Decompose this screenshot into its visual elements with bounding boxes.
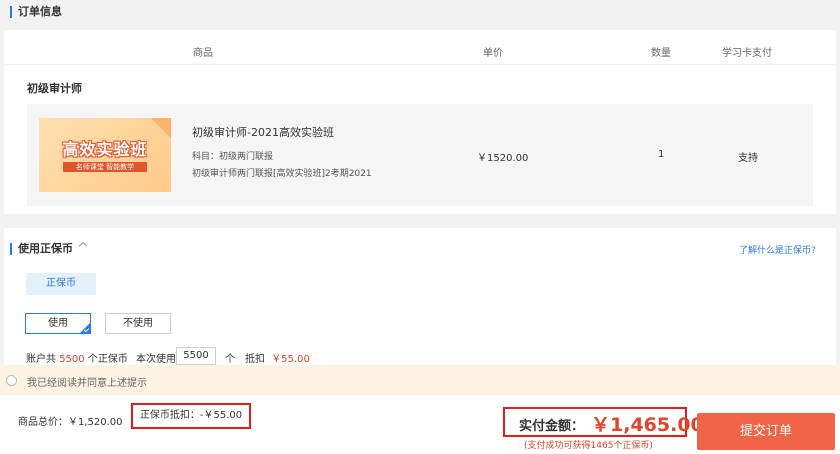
- coin-unit: 个: [225, 354, 235, 365]
- submit-order-button[interactable]: 提交订单: [697, 413, 835, 450]
- coin-section-title: 使用正保币: [10, 243, 73, 255]
- use-coin-label: 使用: [48, 318, 68, 329]
- deduct-label: 抵扣: [245, 354, 265, 365]
- account-prefix: 账户共: [26, 354, 56, 365]
- deduct-amount: ￥55.00: [271, 354, 310, 365]
- product-thumbnail[interactable]: 高效实验班 名师课堂 智能教学: [39, 118, 171, 192]
- pay-amount-box: 实付金额： ￥1,465.00: [503, 407, 704, 437]
- order-info-title: 订单信息: [10, 6, 62, 18]
- product-subject: 科目：初级两门联报: [192, 152, 274, 162]
- deduct-info: 抵扣 ￥55.00: [245, 350, 310, 365]
- product-price: ￥1520.00: [477, 153, 529, 164]
- header-divider: [4, 64, 836, 65]
- coin-card: [4, 228, 836, 365]
- account-amount: 5500: [59, 354, 85, 365]
- product-detail: 初级审计师两门联报[高效实验班]2考期2021: [192, 169, 372, 179]
- header-unit-price: 单价: [483, 48, 503, 59]
- tab-coin[interactable]: 正保币: [26, 273, 96, 295]
- account-balance: 账户共 5500 个正保币 本次使用: [26, 350, 176, 365]
- coin-deduct-summary: 正保币抵扣：-￥55.00: [131, 403, 251, 429]
- pay-label: 实付金额：: [519, 419, 585, 434]
- pay-note: (支付成功可获得1465个正保币): [524, 441, 653, 451]
- use-coin-option[interactable]: 使用: [25, 313, 91, 334]
- header-quantity: 数量: [651, 48, 671, 59]
- not-use-coin-label: 不使用: [123, 318, 153, 329]
- product-quantity: 1: [658, 149, 665, 160]
- product-row: 高效实验班 名师课堂 智能教学 初级审计师-2021高效实验班 科目：初级两门联…: [27, 104, 813, 206]
- agree-radio[interactable]: [6, 375, 17, 386]
- not-use-coin-option[interactable]: 不使用: [105, 313, 171, 334]
- coin-use-input[interactable]: 5500: [176, 347, 216, 365]
- pay-amount: ￥1,465.00: [591, 414, 704, 436]
- product-name[interactable]: 初级审计师-2021高效实验班: [192, 124, 334, 140]
- header-product: 商品: [193, 48, 213, 59]
- thumbnail-title: 高效实验班: [62, 140, 148, 159]
- use-label: 本次使用: [136, 354, 177, 365]
- thumbnail-tag: 名师课堂 智能教学: [63, 162, 147, 172]
- coin-help-link[interactable]: 了解什么是正保币?: [739, 243, 816, 256]
- card-pay-support: 支持: [738, 153, 758, 164]
- agreement-bar: 我已经阅读并同意上述提示: [0, 365, 840, 395]
- agreement-text[interactable]: 我已经阅读并同意上述提示: [27, 374, 147, 389]
- order-summary-bar: 商品总价：￥1,520.00 正保币抵扣：-￥55.00 实付金额： ￥1,46…: [0, 395, 840, 454]
- product-category: 初级审计师: [27, 82, 82, 95]
- account-suffix: 个正保币: [87, 354, 128, 365]
- header-card-pay: 学习卡支付: [722, 48, 772, 59]
- total-price: 商品总价：￥1,520.00: [18, 417, 123, 428]
